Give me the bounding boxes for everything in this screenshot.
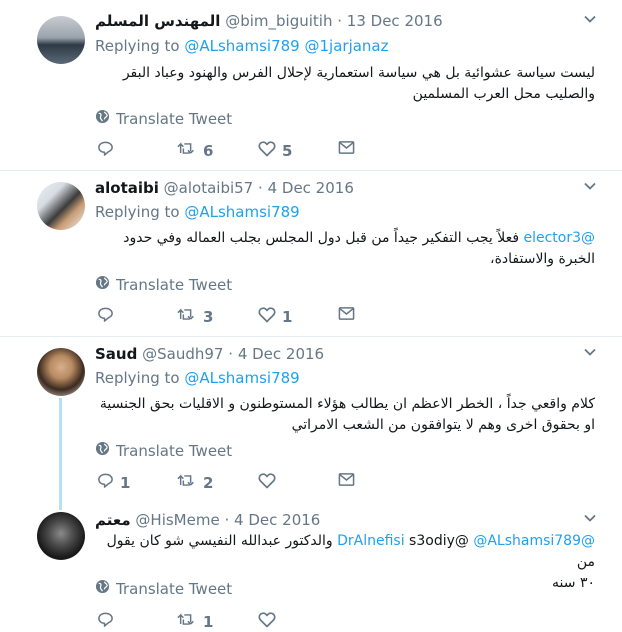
replying-label: Replying to xyxy=(95,37,180,55)
tweet-4[interactable]: معتم @HisMeme · 4 Dec 2016 @DrAlnefisi s… xyxy=(0,505,622,631)
retweet-button[interactable]: 3 xyxy=(177,306,213,327)
tweet-text: @elector3 فعلاً يجب التفكير جيداً من قبل… xyxy=(95,228,595,270)
retweet-count: 2 xyxy=(203,473,214,492)
tweet-text: كلام واقعي جداً ، الخطر الاعظم ان يطالب … xyxy=(99,396,595,433)
separator-dot: · xyxy=(228,345,234,363)
like-button[interactable] xyxy=(258,472,282,493)
retweet-icon xyxy=(177,306,197,327)
translate-tweet-link[interactable]: Translate Tweet xyxy=(95,441,232,460)
replying-to: Replying to @ALshamsi789 xyxy=(95,203,300,221)
mention-text: s3odiy@ xyxy=(409,533,469,549)
display-name[interactable]: معتم xyxy=(95,511,131,529)
like-button[interactable]: 5 xyxy=(258,140,292,161)
like-icon xyxy=(258,306,276,327)
message-button[interactable] xyxy=(338,140,355,159)
translate-tweet-link[interactable]: Translate Tweet xyxy=(95,275,232,294)
replying-to: Replying to @ALshamsi789 @1jarjanaz xyxy=(95,37,389,55)
tweet-2[interactable]: alotaibi @alotaibi57 · 4 Dec 2016 Replyi… xyxy=(0,171,622,336)
retweet-icon xyxy=(177,140,197,161)
translate-label: Translate Tweet xyxy=(116,275,233,294)
tweet-header: معتم @HisMeme · 4 Dec 2016 xyxy=(95,511,320,529)
retweet-count: 3 xyxy=(203,307,214,326)
separator-dot: · xyxy=(337,12,343,30)
like-count: 5 xyxy=(282,141,293,160)
translate-tweet-link[interactable]: Translate Tweet xyxy=(95,109,232,128)
tweet-1[interactable]: المهندس المسلم @bim_biguitih · 13 Dec 20… xyxy=(0,0,622,170)
reply-icon xyxy=(97,306,114,327)
tweet-header: Saud @Saudh97 · 4 Dec 2016 xyxy=(95,345,324,363)
message-icon xyxy=(338,140,355,159)
globe-icon xyxy=(95,109,110,128)
display-name[interactable]: Saud xyxy=(95,345,137,363)
globe-icon xyxy=(95,579,110,598)
chevron-down-icon[interactable] xyxy=(583,345,597,363)
username[interactable]: @alotaibi57 xyxy=(164,179,254,197)
message-icon xyxy=(338,306,355,325)
separator-dot: · xyxy=(258,179,263,197)
message-button[interactable] xyxy=(338,472,355,491)
like-button[interactable]: 1 xyxy=(258,306,292,327)
mention-link[interactable]: @ALshamsi789 xyxy=(184,369,299,387)
translate-label: Translate Tweet xyxy=(116,579,233,598)
avatar[interactable] xyxy=(37,182,85,230)
avatar[interactable] xyxy=(37,348,85,396)
retweet-count: 6 xyxy=(203,141,214,160)
mention-link[interactable]: @ALshamsi789 xyxy=(184,37,299,55)
message-icon xyxy=(338,472,355,491)
username[interactable]: @bim_biguitih xyxy=(225,12,332,30)
tweet-header: alotaibi @alotaibi57 · 4 Dec 2016 xyxy=(95,179,354,197)
mention-link[interactable]: @ALshamsi789 xyxy=(473,533,581,549)
separator-dot: · xyxy=(224,511,230,529)
globe-icon xyxy=(95,441,110,460)
replying-label: Replying to xyxy=(95,203,180,221)
tweet-date[interactable]: 13 Dec 2016 xyxy=(347,12,443,30)
reply-icon xyxy=(97,140,114,161)
tweet-actions: 3 1 xyxy=(95,306,365,326)
mention-link[interactable]: @1jarjanaz xyxy=(305,37,389,55)
username[interactable]: @Saudh97 xyxy=(142,345,223,363)
tweet-3[interactable]: Saud @Saudh97 · 4 Dec 2016 Replying to @… xyxy=(0,337,622,505)
like-icon xyxy=(258,472,276,493)
retweet-icon xyxy=(177,472,197,493)
reply-button[interactable] xyxy=(97,140,120,161)
replying-to: Replying to @ALshamsi789 xyxy=(95,369,300,387)
reply-icon xyxy=(97,472,114,493)
translate-tweet-link[interactable]: Translate Tweet xyxy=(95,579,232,598)
tweet-date[interactable]: 4 Dec 2016 xyxy=(238,345,324,363)
display-name[interactable]: المهندس المسلم xyxy=(95,12,220,30)
mention-link[interactable]: @elector3 xyxy=(523,230,595,246)
avatar[interactable] xyxy=(37,16,85,64)
like-icon xyxy=(258,140,276,161)
tweet-actions: 1 xyxy=(95,611,365,631)
tweet-text: ليست سياسة عشوائية بل هي سياسة استعمارية… xyxy=(122,65,595,102)
tweet-header: المهندس المسلم @bim_biguitih · 13 Dec 20… xyxy=(95,12,443,30)
display-name[interactable]: alotaibi xyxy=(95,179,159,197)
like-count: 1 xyxy=(282,307,293,326)
avatar[interactable] xyxy=(37,512,85,560)
replying-label: Replying to xyxy=(95,369,180,387)
tweet-actions: 1 2 xyxy=(95,472,365,492)
reply-count: 1 xyxy=(120,473,131,492)
retweet-count: 1 xyxy=(203,612,214,631)
tweet-date[interactable]: 4 Dec 2016 xyxy=(268,179,354,197)
chevron-down-icon[interactable] xyxy=(583,511,597,529)
translate-label: Translate Tweet xyxy=(116,441,233,460)
tweet-date[interactable]: 4 Dec 2016 xyxy=(234,511,320,529)
chevron-down-icon[interactable] xyxy=(583,179,597,197)
retweet-button[interactable]: 2 xyxy=(177,472,213,493)
username[interactable]: @HisMeme xyxy=(135,511,219,529)
message-button[interactable] xyxy=(338,306,355,325)
translate-label: Translate Tweet xyxy=(116,109,233,128)
reply-button[interactable]: 1 xyxy=(97,472,130,493)
mention-link[interactable]: @ALshamsi789 xyxy=(184,203,299,221)
retweet-button[interactable]: 6 xyxy=(177,140,213,161)
tweet-text-line: @DrAlnefisi s3odiy@ @ALshamsi789 والدكتو… xyxy=(95,531,595,573)
tweet-actions: 6 5 xyxy=(95,140,365,160)
globe-icon xyxy=(95,275,110,294)
chevron-down-icon[interactable] xyxy=(583,12,597,30)
reply-button[interactable] xyxy=(97,306,120,327)
